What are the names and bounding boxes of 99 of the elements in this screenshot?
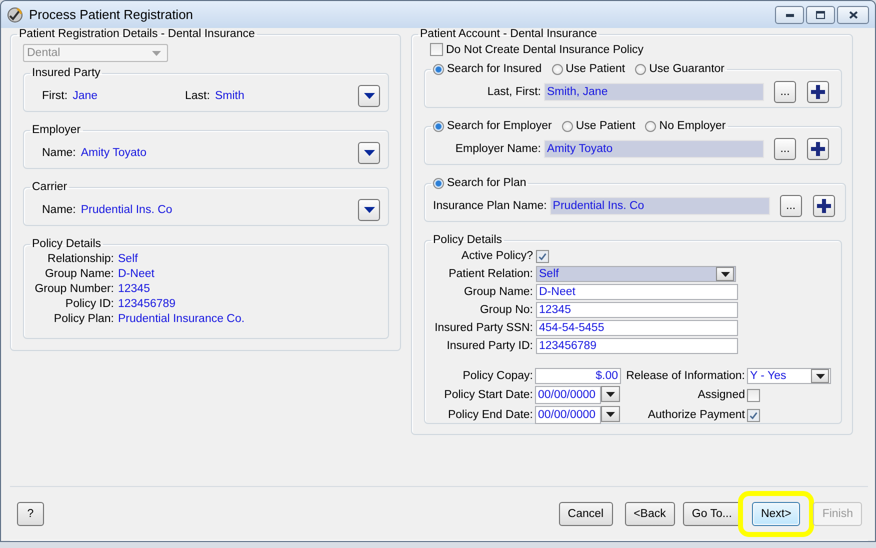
- minimize-button[interactable]: [775, 6, 804, 24]
- checkbox[interactable]: [747, 388, 760, 402]
- caret-icon: [364, 207, 374, 213]
- panel-title: Patient Registration Details - Dental Insurance: [19, 28, 255, 40]
- field-value: Amity Toyato: [80, 147, 146, 159]
- field-value: Self: [118, 253, 139, 265]
- field-label: Employer Name:: [454, 143, 541, 155]
- browse-button[interactable]: ...: [774, 138, 796, 160]
- date-field[interactable]: 00/00/0000: [535, 406, 601, 424]
- maximize-icon: [816, 11, 825, 19]
- expand-button[interactable]: [358, 199, 380, 221]
- search-field[interactable]: Prudential Ins. Co: [550, 197, 770, 215]
- field-label: Release of Information:: [625, 370, 745, 382]
- field-label: Name:: [42, 147, 76, 159]
- radio-option[interactable]: Search for Plan: [433, 177, 526, 189]
- checkbox[interactable]: [536, 250, 549, 262]
- panel-title: Patient Account - Dental Insurance: [420, 28, 598, 40]
- plus-icon: [811, 85, 825, 99]
- text-field[interactable]: 454-54-5455: [536, 320, 738, 336]
- date-field[interactable]: 00/00/0000: [535, 386, 601, 404]
- field-value: Smith: [214, 90, 244, 102]
- date-picker-button[interactable]: [601, 406, 620, 422]
- window-title: Process Patient Registration: [29, 7, 194, 22]
- dropdown[interactable]: Self: [536, 266, 736, 282]
- plus-icon: [816, 199, 831, 213]
- close-icon: [848, 11, 858, 19]
- radio-option[interactable]: Search for Insured: [433, 63, 542, 75]
- field-value: 12345: [118, 283, 151, 295]
- wizard-button[interactable]: Next>: [752, 502, 800, 526]
- close-button[interactable]: [837, 6, 869, 24]
- caret-icon: [606, 392, 615, 396]
- field-label: Policy Copay:: [462, 370, 533, 382]
- field-label: Insured Party ID:: [446, 340, 533, 352]
- group-title: Insured Party: [32, 67, 100, 79]
- caret-icon: [606, 412, 615, 416]
- text-field[interactable]: 123456789: [536, 338, 738, 354]
- field-label: Insurance Plan Name:: [433, 200, 547, 212]
- field-label: Last, First:: [486, 86, 541, 98]
- field-value: Prudential Insurance Co.: [118, 313, 246, 325]
- browse-button[interactable]: ...: [780, 195, 802, 217]
- browse-button[interactable]: ...: [774, 81, 796, 103]
- field-label: Policy Start Date:: [443, 389, 533, 401]
- expand-button[interactable]: [358, 142, 380, 164]
- caret-icon: [152, 50, 161, 56]
- radio-option[interactable]: Use Patient: [552, 63, 626, 75]
- field-label: Patient Relation:: [448, 268, 533, 280]
- field-value: Prudential Ins. Co: [80, 204, 172, 216]
- radio-option[interactable]: Search for Employer: [433, 120, 552, 132]
- add-button[interactable]: [812, 195, 835, 217]
- field-label: Group Name:: [44, 268, 114, 280]
- field-label: Last:: [185, 90, 210, 102]
- caret-icon: [720, 272, 730, 276]
- add-button[interactable]: [807, 81, 829, 103]
- field-label: Group Number:: [34, 283, 114, 295]
- maximize-button[interactable]: [806, 6, 835, 24]
- group-title: Policy Details: [433, 234, 502, 246]
- help-button[interactable]: ?: [17, 502, 44, 526]
- plus-icon: [811, 142, 825, 156]
- text-field[interactable]: D-Neet: [536, 284, 738, 300]
- field-label: Assigned: [696, 389, 745, 401]
- add-button[interactable]: [807, 138, 829, 160]
- caret-icon: [364, 150, 374, 156]
- checkbox[interactable]: [430, 43, 443, 56]
- wizard-button[interactable]: <Back: [624, 502, 675, 526]
- search-field[interactable]: Amity Toyato: [544, 140, 764, 158]
- amount-field[interactable]: $.00: [535, 368, 621, 384]
- minimize-icon: [786, 14, 794, 16]
- radio-option[interactable]: Use Guarantor: [635, 63, 724, 75]
- field-label: Group Name:: [462, 286, 533, 298]
- app-icon: [7, 6, 23, 22]
- field-label: Group No:: [478, 304, 533, 316]
- dropdown[interactable]: Y - Yes: [747, 368, 831, 384]
- checkbox[interactable]: [747, 408, 760, 422]
- field-label: Relationship:: [46, 253, 114, 265]
- field-value: D-Neet: [118, 268, 156, 280]
- group-title: Carrier: [32, 181, 68, 193]
- caret-icon: [816, 374, 824, 378]
- wizard-button[interactable]: Go To...: [682, 502, 741, 526]
- field-label: Policy Plan:: [52, 313, 114, 325]
- group-title: Policy Details: [32, 238, 102, 250]
- date-picker-button[interactable]: [601, 386, 620, 402]
- field-label: Authorize Payment: [646, 409, 745, 421]
- field-value: Jane: [72, 90, 98, 102]
- group-title: Employer: [32, 124, 81, 136]
- checkbox-label: Do Not Create Dental Insurance Policy: [446, 44, 644, 56]
- search-field[interactable]: Smith, Jane: [544, 83, 764, 101]
- field-label: Active Policy?: [460, 250, 533, 262]
- field-label: Name:: [42, 204, 76, 216]
- field-value: 123456789: [118, 298, 177, 310]
- field-label: First:: [42, 90, 68, 102]
- field-label: Policy ID:: [64, 298, 114, 310]
- radio-option[interactable]: Use Patient: [562, 120, 636, 132]
- text-field[interactable]: 12345: [536, 302, 738, 318]
- wizard-button[interactable]: Cancel: [558, 502, 613, 526]
- field-label: Policy End Date:: [446, 409, 533, 421]
- expand-button[interactable]: [358, 85, 380, 107]
- radio-option[interactable]: No Employer: [645, 120, 726, 132]
- field-label: Insured Party SSN:: [434, 322, 533, 334]
- caret-icon: [364, 93, 374, 99]
